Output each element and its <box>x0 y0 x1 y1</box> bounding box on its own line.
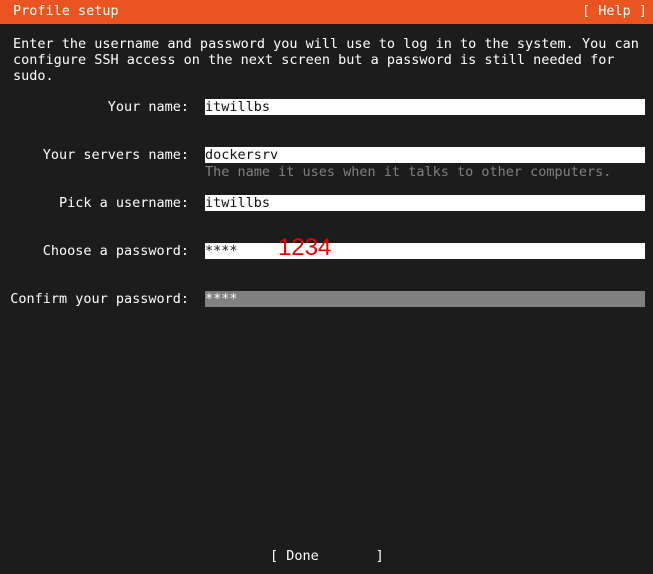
done-button[interactable]: [ Done ] <box>270 548 384 564</box>
page-title: Profile setup <box>13 3 119 19</box>
server-name-label: Your servers name: <box>42 147 189 163</box>
done-close-bracket: ] <box>318 548 384 564</box>
server-name-input[interactable]: dockersrv <box>205 147 645 163</box>
header-bar: Profile setup [ Help ] <box>0 0 653 24</box>
done-label: Done <box>286 548 319 564</box>
password-annotation: 1234 <box>278 234 332 261</box>
confirm-password-label: Confirm your password: <box>10 291 189 307</box>
intro-text: Enter the username and password you will… <box>13 36 639 84</box>
your-name-label: Your name: <box>107 99 189 115</box>
server-name-hint: The name it uses when it talks to other … <box>205 164 612 180</box>
confirm-password-input[interactable]: **** <box>205 291 645 307</box>
password-input[interactable]: **** <box>205 243 645 259</box>
username-label: Pick a username: <box>58 195 189 211</box>
password-label: Choose a password: <box>42 243 189 259</box>
your-name-input[interactable]: itwillbs <box>205 99 645 115</box>
help-button[interactable]: [ Help ] <box>582 3 647 19</box>
username-input[interactable]: itwillbs <box>205 195 645 211</box>
done-open-bracket: [ <box>270 548 287 564</box>
